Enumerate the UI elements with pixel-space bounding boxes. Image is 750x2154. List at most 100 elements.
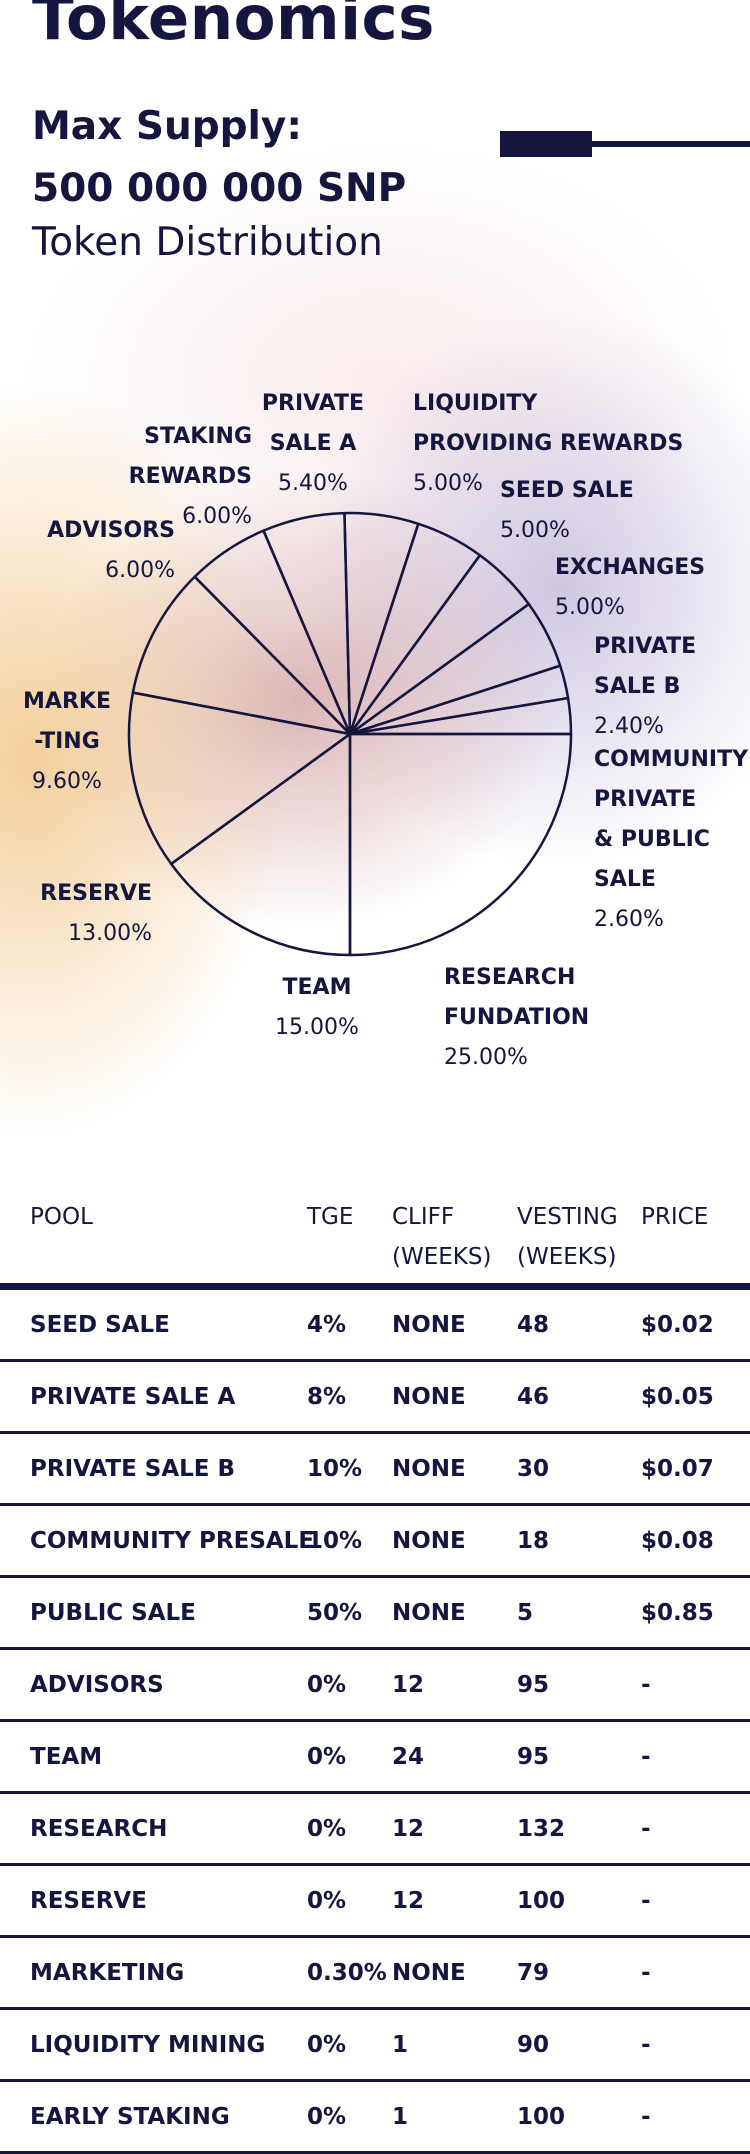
cell-pool: PRIVATE SALE A — [30, 1384, 236, 1410]
pie-label-name: RESEARCH FUNDATION — [444, 965, 590, 1030]
pie-slice-seed-sale — [348, 553, 531, 736]
cell-cliff: 1 — [392, 2104, 409, 2130]
pie-slice-liquidity-providing-rewards — [348, 522, 482, 736]
cell-tge: 0% — [307, 1672, 347, 1698]
cell-cliff: NONE — [392, 1456, 466, 1482]
cell-vesting: 90 — [517, 2032, 550, 2058]
cell-tge: 0% — [307, 2032, 347, 2058]
cell-price: - — [641, 1672, 651, 1698]
cell-vesting: 30 — [517, 1456, 550, 1482]
pie-label-value: 15.00% — [275, 1015, 359, 1040]
table-row: COMMUNITY PRESALE 10% NONE 18 $0.08 — [0, 1506, 750, 1578]
cell-tge: 0% — [307, 1744, 347, 1770]
cell-cliff: NONE — [392, 1312, 466, 1338]
cell-pool: EARLY STAKING — [30, 2104, 230, 2130]
pie-label-value: 5.40% — [278, 471, 348, 496]
cell-pool: MARKETING — [30, 1960, 185, 1986]
pie-slice-private-sale-a — [343, 511, 420, 736]
table-row: PRIVATE SALE A 8% NONE 46 $0.05 — [0, 1362, 750, 1434]
header-tge: TGE — [307, 1204, 354, 1230]
pie-label-private-sale-b: PRIVATE SALE B 2.40% — [594, 627, 714, 747]
cell-vesting: 48 — [517, 1312, 550, 1338]
table-row: PRIVATE SALE B 10% NONE 30 $0.07 — [0, 1434, 750, 1506]
table-row: RESERVE 0% 12 100 - — [0, 1866, 750, 1938]
table-row: SEED SALE 4% NONE 48 $0.02 — [0, 1290, 750, 1362]
cell-vesting: 100 — [517, 2104, 566, 2130]
page-title: Tokenomics — [32, 0, 435, 54]
table-row: EARLY STAKING 0% 1 100 - — [0, 2082, 750, 2154]
pie-label-value: 25.00% — [444, 1045, 528, 1070]
cell-price: $0.05 — [641, 1384, 714, 1410]
pie-label-value: 13.00% — [68, 921, 152, 946]
cell-vesting: 18 — [517, 1528, 550, 1554]
cell-cliff: 12 — [392, 1888, 425, 1914]
cell-price: - — [641, 1888, 651, 1914]
cell-vesting: 79 — [517, 1960, 550, 1986]
cell-cliff: 1 — [392, 2032, 409, 2058]
pie-label-private-sale-a: PRIVATE SALE A 5.40% — [256, 384, 370, 504]
cell-tge: 10% — [307, 1528, 363, 1554]
pie-label-value: 5.00% — [500, 518, 570, 543]
pie-label-value: 5.00% — [555, 595, 625, 620]
cell-vesting: 132 — [517, 1816, 566, 1842]
cell-price: $0.08 — [641, 1528, 714, 1554]
header-pool: POOL — [30, 1204, 93, 1230]
pie-slice-community-private-public-sale — [348, 696, 573, 736]
pie-label-name: EXCHANGES — [555, 555, 706, 580]
pie-label-exchanges: EXCHANGES 5.00% — [555, 548, 715, 628]
max-supply-value: 500 000 000 SNP — [32, 166, 407, 211]
cell-cliff: 24 — [392, 1744, 425, 1770]
pie-label-staking-rewards: STAKING REWARDS 6.00% — [120, 417, 252, 537]
cell-cliff: NONE — [392, 1600, 466, 1626]
cell-tge: 0.30% — [307, 1960, 387, 1986]
carousel-track — [590, 141, 750, 147]
cell-price: - — [641, 1960, 651, 1986]
header-cliff: CLIFF (WEEKS) — [392, 1204, 492, 1270]
pie-slice-research-fundation — [348, 732, 573, 957]
table-row: MARKETING 0.30% NONE 79 - — [0, 1938, 750, 2010]
carousel-indicator[interactable] — [500, 131, 750, 157]
table-row: PUBLIC SALE 50% NONE 5 $0.85 — [0, 1578, 750, 1650]
chart-subtitle: Token Distribution — [32, 220, 383, 265]
pie-label-research: RESEARCH FUNDATION 25.00% — [444, 958, 589, 1078]
cell-pool: COMMUNITY PRESALE — [30, 1528, 315, 1554]
pie-label-name: MARKE -TING — [23, 689, 111, 754]
cell-price: - — [641, 1816, 651, 1842]
pie-label-value: 6.00% — [182, 504, 252, 529]
pie-slice-private-sale-b — [348, 664, 570, 736]
cell-tge: 50% — [307, 1600, 363, 1626]
pie-label-name: COMMUNITY PRIVATE & PUBLIC SALE — [594, 747, 749, 892]
cell-cliff: 12 — [392, 1672, 425, 1698]
cell-pool: LIQUIDITY MINING — [30, 2032, 266, 2058]
pie-slice-staking-rewards — [262, 511, 352, 736]
cell-tge: 0% — [307, 1888, 347, 1914]
pie-label-name: STAKING REWARDS — [128, 424, 252, 489]
table-header: POOL TGE CLIFF (WEEKS) VESTING (WEEKS) P… — [0, 1185, 750, 1290]
pie-label-value: 6.00% — [105, 558, 175, 583]
cell-cliff: NONE — [392, 1528, 466, 1554]
cell-tge: 0% — [307, 1816, 347, 1842]
cell-vesting: 100 — [517, 1888, 566, 1914]
cell-price: - — [641, 2032, 651, 2058]
table-row: LIQUIDITY MINING 0% 1 90 - — [0, 2010, 750, 2082]
cell-pool: RESEARCH — [30, 1816, 168, 1842]
cell-pool: TEAM — [30, 1744, 103, 1770]
carousel-thumb[interactable] — [500, 131, 592, 157]
cell-cliff: NONE — [392, 1960, 466, 1986]
cell-vesting: 95 — [517, 1672, 550, 1698]
cell-price: $0.07 — [641, 1456, 714, 1482]
cell-cliff: NONE — [392, 1384, 466, 1410]
table-row: TEAM 0% 24 95 - — [0, 1722, 750, 1794]
pie-label-name: RESERVE — [40, 881, 152, 906]
table-row: ADVISORS 0% 12 95 - — [0, 1650, 750, 1722]
pie-label-name: TEAM — [282, 975, 352, 1000]
table-row: RESEARCH 0% 12 132 - — [0, 1794, 750, 1866]
cell-tge: 0% — [307, 2104, 347, 2130]
pie-label-team: TEAM 15.00% — [262, 968, 372, 1048]
cell-pool: ADVISORS — [30, 1672, 164, 1698]
pie-label-name: SEED SALE — [500, 478, 634, 503]
vesting-table: POOL TGE CLIFF (WEEKS) VESTING (WEEKS) P… — [0, 1185, 750, 2154]
cell-vesting: 46 — [517, 1384, 550, 1410]
cell-price: $0.85 — [641, 1600, 714, 1626]
cell-price: - — [641, 1744, 651, 1770]
